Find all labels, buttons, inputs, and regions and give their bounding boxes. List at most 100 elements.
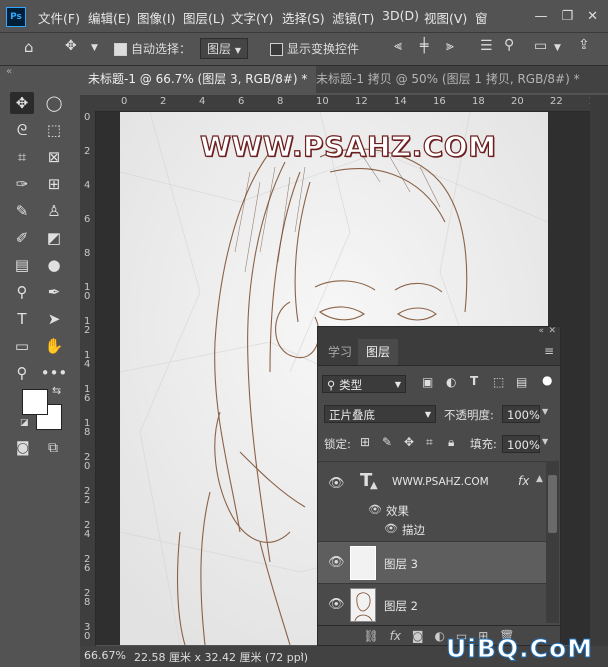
menu-3d[interactable]: 3D(D) — [382, 8, 419, 23]
add-style-button[interactable]: fx — [390, 629, 401, 643]
patch-icon[interactable]: ⊞ — [42, 173, 66, 195]
fill-chevron-icon[interactable]: ▼ — [542, 437, 548, 446]
visibility-eye-icon[interactable]: 👁︎ — [328, 476, 345, 491]
rectangle-icon[interactable]: ▭ — [10, 335, 34, 357]
tool-preset-chevron-icon[interactable]: ▼ — [91, 43, 98, 53]
collapse-panel-icon[interactable]: « — [538, 326, 544, 336]
opacity-input[interactable]: 100% — [502, 405, 540, 423]
lock-position-icon[interactable]: ✥ — [404, 435, 414, 449]
stamp-icon[interactable]: ♙ — [42, 200, 66, 222]
auto-select-target-dropdown[interactable]: 图层 ▼ — [200, 38, 248, 59]
add-mask-icon[interactable]: ◙ — [412, 629, 424, 643]
blur-icon[interactable]: ● — [42, 254, 66, 276]
lock-image-icon[interactable]: ✎ — [382, 435, 392, 449]
type-tool-icon[interactable]: T — [10, 308, 34, 330]
layer-row-text[interactable]: 👁︎ T ▲ WWW.PSAHZ.COM fx ▲ 👁︎ 效果 👁︎ 描边 — [318, 461, 546, 542]
show-transform-checkbox[interactable] — [270, 42, 283, 56]
zoom-level[interactable]: 66.67% — [84, 649, 126, 662]
dodge-icon[interactable]: ⚲ — [10, 281, 34, 303]
link-layers-icon[interactable]: ⛓ — [363, 629, 378, 643]
layer-row-layer-3[interactable]: 👁︎ 图层 3 — [318, 541, 546, 584]
canvas-vertical-scrollbar[interactable] — [590, 95, 608, 646]
pen-icon[interactable]: ✒ — [42, 281, 66, 303]
frame-icon[interactable]: ⊠ — [42, 146, 66, 168]
menu-window[interactable]: 窗 — [475, 8, 488, 27]
lock-transparent-icon[interactable]: ⊞ — [360, 435, 370, 449]
effects-eye-icon[interactable]: 👁︎ — [368, 503, 382, 516]
menu-image[interactable]: 图像(I) — [137, 8, 175, 27]
workspace-icon[interactable]: ▭ — [534, 38, 547, 54]
close-panel-icon[interactable]: ✕ — [548, 326, 556, 336]
path-select-icon[interactable]: ➤ — [42, 308, 66, 330]
menu-edit[interactable]: 编辑(E) — [88, 8, 131, 27]
hand-icon[interactable]: ✋ — [42, 335, 66, 357]
vertical-ruler[interactable]: 0 2 4 6 8 10 12 14 16 18 20 22 24 26 28 30 — [80, 111, 96, 646]
tab-layers[interactable]: 图层 — [358, 339, 399, 365]
filter-toggle-icon[interactable]: ● — [542, 373, 552, 387]
visibility-eye-icon[interactable]: 👁︎ — [328, 597, 345, 612]
home-icon[interactable]: ⌂ — [24, 38, 34, 56]
distribute-icon[interactable]: ☰ — [480, 38, 493, 54]
opacity-chevron-icon[interactable]: ▼ — [542, 407, 548, 416]
crop-icon[interactable]: ⌗ — [10, 146, 34, 168]
adjustment-filter-icon[interactable]: ◐ — [446, 375, 456, 389]
lock-artboard-icon[interactable]: ⌗ — [426, 435, 433, 450]
layers-scrollbar-thumb[interactable] — [548, 475, 557, 533]
swap-colors-icon[interactable]: ⇆ — [52, 384, 61, 397]
visibility-eye-icon[interactable]: 👁︎ — [328, 555, 345, 570]
move-tool-icon[interactable]: ✥ — [10, 92, 34, 114]
shape-filter-icon[interactable]: ⬚ — [493, 375, 504, 389]
blend-mode-dropdown[interactable]: 正片叠底 ▼ — [324, 405, 436, 423]
search-icon[interactable]: ⚲ — [504, 37, 514, 53]
share-icon[interactable]: ⇪ — [578, 37, 590, 53]
history-brush-icon[interactable]: ✐ — [10, 227, 34, 249]
layer-filter-dropdown[interactable]: ⚲ 类型 ▼ — [322, 375, 406, 393]
close-icon[interactable]: ✕ — [587, 9, 598, 24]
menu-view[interactable]: 视图(V) — [424, 8, 467, 27]
menu-select[interactable]: 选择(S) — [282, 8, 325, 27]
eraser-icon[interactable]: ◩ — [42, 227, 66, 249]
menu-filter[interactable]: 滤镜(T) — [332, 8, 374, 27]
tab-document-active[interactable]: 未标题-1 @ 66.7% (图层 3, RGB/8#) * ✕ — [80, 66, 316, 93]
workspace-chevron-icon[interactable]: ▼ — [554, 43, 561, 53]
ellipse-marquee-icon[interactable]: ◯ — [42, 92, 66, 114]
new-adjustment-icon[interactable]: ◐ — [435, 629, 445, 643]
layer-fx-indicator[interactable]: fx — [518, 474, 529, 488]
align-center-icon[interactable]: ╪ — [420, 38, 428, 54]
lasso-icon[interactable]: ᘓ — [10, 119, 34, 141]
eyedropper-icon[interactable]: ✑ — [10, 173, 34, 195]
tab-document-copy[interactable]: 未标题-1 拷贝 @ 50% (图层 1 拷贝, RGB/8#) * — [308, 66, 608, 93]
fill-input[interactable]: 100% — [502, 435, 540, 453]
layers-scrollbar[interactable] — [546, 461, 559, 623]
collapse-panel-icon[interactable]: « — [6, 66, 12, 77]
horizontal-ruler[interactable]: 024681012141618202224 — [95, 95, 590, 112]
fx-expand-icon[interactable]: ▲ — [536, 474, 543, 484]
tab-learn[interactable]: 学习 — [320, 339, 360, 365]
gradient-icon[interactable]: ▤ — [10, 254, 34, 276]
move-tool-icon[interactable]: ✥ — [65, 38, 77, 54]
smart-object-filter-icon[interactable]: ▤ — [516, 375, 527, 389]
zoom-icon[interactable]: ⚲ — [10, 362, 34, 384]
pixel-filter-icon[interactable]: ▣ — [422, 375, 433, 389]
panel-menu-icon[interactable]: ≡ — [544, 344, 554, 358]
restore-icon[interactable]: ❐ — [561, 9, 573, 24]
screen-mode-icon[interactable]: ⧉ — [48, 440, 58, 456]
align-left-icon[interactable]: ⫷ — [394, 38, 402, 54]
type-filter-icon[interactable]: T — [470, 374, 478, 388]
menu-file[interactable]: 文件(F) — [38, 8, 80, 27]
object-select-icon[interactable]: ⬚ — [42, 119, 66, 141]
align-right-icon[interactable]: ⫸ — [446, 38, 454, 54]
default-colors-icon[interactable]: ◪ — [20, 418, 29, 428]
menu-layer[interactable]: 图层(L) — [183, 8, 225, 27]
foreground-color-swatch[interactable] — [22, 389, 48, 415]
menu-type[interactable]: 文字(Y) — [231, 8, 273, 27]
quick-mask-icon[interactable]: ◙ — [16, 440, 30, 456]
auto-select-checkbox[interactable] — [114, 42, 127, 56]
status-menu-arrow-icon[interactable]: › — [300, 649, 304, 660]
stroke-effect-eye-icon[interactable]: 👁︎ — [384, 522, 398, 535]
more-tools-icon[interactable]: ••• — [41, 362, 68, 384]
minimize-icon[interactable]: — — [534, 9, 547, 24]
brush-icon[interactable]: ✎ — [10, 200, 34, 222]
layer-row-layer-2[interactable]: 👁︎ 图层 2 — [318, 583, 546, 626]
lock-all-icon[interactable]: 🔒︎ — [448, 435, 454, 450]
